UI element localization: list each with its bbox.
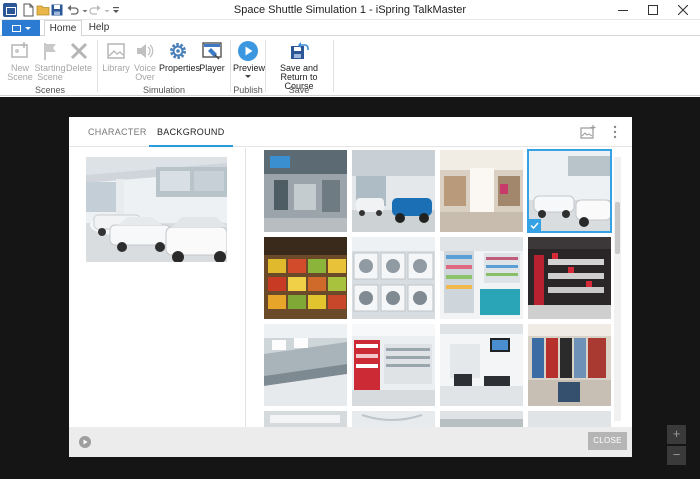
group-label-save: Save [288,85,310,95]
background-thumbnail[interactable] [264,237,347,319]
save-and-return-button[interactable]: Save and Return to Course [267,38,331,91]
library-button[interactable]: Library [101,38,131,86]
background-thumbnail[interactable] [352,324,435,406]
starting-scene-label: Starting Scene [34,63,66,82]
ribbon: New Scene Starting Scene Delete Scenes L… [0,36,700,96]
background-thumbnail[interactable] [264,324,347,406]
properties-button[interactable]: Properties [159,38,201,86]
undo-dropdown-icon[interactable] [78,3,88,17]
redo-dropdown-icon[interactable] [100,3,110,17]
gear-icon [167,40,189,62]
preview-label: Preview [233,63,266,73]
background-thumbnail[interactable] [264,150,347,232]
play-icon[interactable] [79,436,91,448]
background-preview-pane [69,148,246,427]
tab-background[interactable]: BACKGROUND [149,117,233,147]
open-folder-icon[interactable] [36,3,50,17]
voice-over-label: Voice Over [133,63,157,82]
ribbon-tab-row: Home Help [0,20,700,37]
starting-scene-button[interactable]: Starting Scene [34,38,66,86]
library-icon [105,40,127,62]
customize-toolbar-icon[interactable] [109,3,119,17]
title-bar: Space Shuttle Simulation 1 - iSpring Tal… [0,0,700,20]
player-label: Player [199,63,225,73]
background-thumbnail[interactable] [352,411,435,427]
delete-icon [68,40,90,62]
more-options-icon[interactable] [607,124,617,140]
background-thumbnail[interactable] [528,237,611,319]
save-icon[interactable] [50,3,64,17]
zoom-out-button[interactable]: − [667,446,686,465]
background-thumbnail-grid [264,148,613,427]
delete-label: Delete [66,63,93,73]
scrollbar-thumb[interactable] [615,202,620,254]
thumbnail-scrollbar[interactable] [614,157,621,421]
minimize-button[interactable] [606,0,640,20]
tab-home[interactable]: Home [44,20,82,37]
chevron-down-icon [245,75,251,78]
background-thumbnail[interactable] [352,150,435,232]
background-thumbnail[interactable] [264,411,347,427]
play-circle-icon [237,40,259,62]
background-thumbnail[interactable] [528,411,611,427]
dialog-footer: CLOSE [69,427,632,457]
background-thumbnail[interactable] [440,237,523,319]
checkmark-icon [528,219,541,232]
delete-button[interactable]: Delete [66,38,92,86]
tab-character[interactable]: CHARACTER [88,117,147,147]
file-menu-button[interactable] [2,20,40,36]
voice-over-button[interactable]: Voice Over [131,38,159,86]
app-icon[interactable] [3,3,17,17]
chevron-down-icon [24,26,31,30]
tab-help[interactable]: Help [84,20,114,36]
background-thumbnail[interactable] [440,150,523,232]
group-label-scenes: Scenes [34,85,66,95]
library-label: Library [102,63,130,73]
player-button[interactable]: Player [198,38,226,86]
player-icon [201,40,223,62]
close-window-button[interactable] [666,0,700,20]
dialog-header: CHARACTER BACKGROUND [69,117,632,147]
new-scene-icon [9,40,31,62]
preview-button[interactable]: Preview [233,38,266,86]
background-thumbnail[interactable] [528,324,611,406]
add-image-icon[interactable] [580,124,596,140]
group-label-simulation: Simulation [142,85,186,95]
maximize-button[interactable] [636,0,670,20]
selected-background-preview [86,157,227,262]
ribbon-separator [333,40,334,92]
new-scene-button[interactable]: New Scene [6,38,34,86]
group-label-publish: Publish [233,85,263,95]
file-menu-icon [11,24,21,32]
close-button[interactable]: CLOSE [588,432,627,450]
background-thumbnail[interactable] [352,237,435,319]
flag-icon [39,40,61,62]
properties-label: Properties [159,63,201,73]
save-return-icon [288,40,310,62]
background-dialog: CHARACTER BACKGROUND CLOSE [69,117,632,457]
background-thumbnail[interactable] [440,411,523,427]
new-file-icon[interactable] [21,3,35,17]
zoom-in-button[interactable]: + [667,425,686,444]
speaker-icon [134,40,156,62]
new-scene-label: New Scene [7,63,33,82]
background-thumbnail[interactable] [440,324,523,406]
background-thumbnail-selected[interactable] [527,149,612,233]
